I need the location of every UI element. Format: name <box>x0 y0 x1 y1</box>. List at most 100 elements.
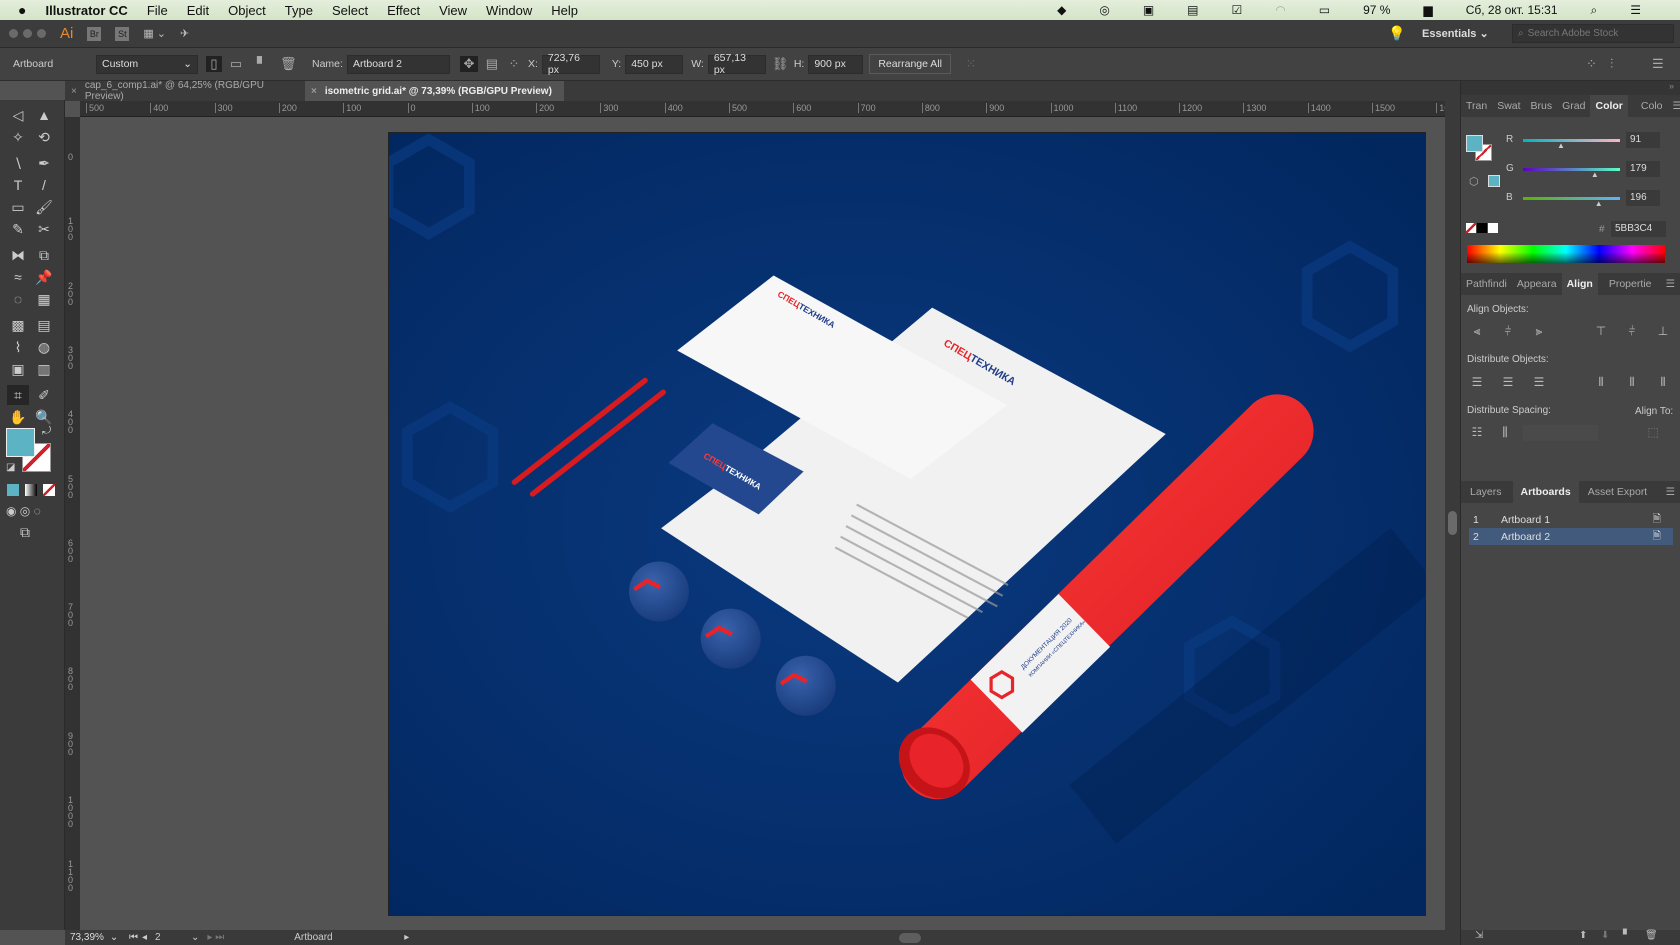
tab-layers[interactable]: Layers <box>1465 486 1507 498</box>
fill-color-swatch[interactable] <box>6 428 35 457</box>
distribute-left-icon[interactable]: ⫴ <box>1593 375 1609 389</box>
tool-icon[interactable]: / <box>33 175 55 195</box>
y-input[interactable]: 450 px <box>625 54 684 74</box>
horizontal-ruler[interactable]: 500 400 300 200 100 0 100 200 300 400 500 600 700 800… <box>80 101 1445 117</box>
white-swatch[interactable] <box>1488 223 1498 233</box>
tab-align[interactable]: Align <box>1561 273 1598 295</box>
tool-icon[interactable]: ◍ <box>33 337 55 357</box>
tab-properties[interactable]: Propertie <box>1604 278 1657 290</box>
menu-effect[interactable]: Effect <box>387 3 420 18</box>
lightbulb-icon[interactable]: 💡 <box>1388 25 1405 42</box>
panel-menu-icon[interactable]: ☰ <box>1661 486 1680 498</box>
search-stock-input[interactable]: ⌕ Search Adobe Stock <box>1512 24 1674 43</box>
tool-icon[interactable]: ⟲ <box>33 127 55 147</box>
align-vertical-center-icon[interactable]: ⫩ <box>1624 324 1640 338</box>
stock-button[interactable]: St <box>115 26 130 41</box>
b-input[interactable]: 196 <box>1626 190 1660 206</box>
constrain-proportions-icon[interactable]: ⛓ <box>772 56 789 72</box>
tab-color[interactable]: Color <box>1590 95 1628 117</box>
color-spectrum[interactable] <box>1467 245 1665 263</box>
zoom-select[interactable]: 73,39% ⌄ <box>65 930 121 945</box>
align-bottom-icon[interactable]: ⊥ <box>1655 324 1671 338</box>
tab-appearance[interactable]: Appeara <box>1512 278 1562 290</box>
tool-icon[interactable]: ▤ <box>33 315 55 335</box>
move-up-icon[interactable]: ⬆ <box>1579 930 1587 941</box>
tool-icon[interactable]: ▩ <box>7 315 29 335</box>
black-swatch[interactable] <box>1477 223 1487 233</box>
r-slider[interactable]: ▲ <box>1523 139 1620 150</box>
tool-icon[interactable]: ▭ <box>7 197 29 217</box>
apple-icon[interactable]: ● <box>18 2 26 18</box>
tab-artboards[interactable]: Artboards <box>1512 481 1579 503</box>
gpu-performance-icon[interactable]: ✈ <box>180 27 189 40</box>
airplay-icon[interactable]: ▭ <box>1319 3 1330 17</box>
camera-icon[interactable]: ▣ <box>1143 3 1154 17</box>
notification-icon[interactable]: ☰ <box>1630 3 1641 17</box>
horizontal-distribute-space-icon[interactable]: ⫼ <box>1497 425 1513 439</box>
close-tab-icon[interactable]: × <box>311 86 317 97</box>
rearrange-all-button[interactable]: Rearrange All <box>869 54 951 74</box>
menu-view[interactable]: View <box>439 3 467 18</box>
align-left-icon[interactable]: ⫷ <box>1469 324 1485 338</box>
none-swatch[interactable] <box>1466 223 1476 233</box>
color-mode-icon[interactable] <box>7 484 19 496</box>
tab-brushes[interactable]: Brus <box>1526 100 1558 112</box>
slider-thumb[interactable]: ▲ <box>1591 170 1599 179</box>
artboard-row-1[interactable]: 1 Artboard 1 🗎 <box>1469 511 1673 528</box>
gradient-mode-icon[interactable] <box>25 484 37 496</box>
bridge-button[interactable]: Br <box>87 26 102 41</box>
artboard[interactable]: СПЕЦТЕХНИКА СПЕЦТЕХНИКА СПЕЦТЕХНИКА ДОКУ… <box>389 133 1425 915</box>
tool-icon[interactable]: ◁ <box>7 105 29 125</box>
tool-icon[interactable]: ▣ <box>7 359 29 379</box>
draw-mode-icon[interactable]: ◉ ◎ ◌ <box>6 504 41 518</box>
tab-isometric-grid[interactable]: × isometric grid.ai* @ 73,39% (RGB/GPU Pr… <box>305 81 564 101</box>
tool-icon[interactable]: ≈ <box>7 267 29 287</box>
landscape-icon[interactable]: ▭ <box>228 56 244 72</box>
tab-gradient[interactable]: Grad <box>1557 100 1590 112</box>
tool-icon[interactable]: ▲ <box>33 105 55 125</box>
panel-menu-icon[interactable]: ☰ <box>1661 278 1680 290</box>
flag-icon[interactable]: ▆ <box>1423 3 1432 17</box>
tool-icon[interactable]: ⧉ <box>33 245 55 265</box>
tab-swatches[interactable]: Swat <box>1492 100 1525 112</box>
new-artboard-icon[interactable]: ▘ <box>1623 930 1631 941</box>
swap-colors-icon[interactable]: ⤾ <box>42 425 51 438</box>
artboard-options-icon[interactable]: ▤ <box>484 56 500 72</box>
next-artboard-icon[interactable]: ▸ ⏭ <box>207 932 224 943</box>
align-right-icon[interactable]: ⫸ <box>1531 324 1547 338</box>
tool-icon[interactable]: ✎ <box>7 219 29 239</box>
tool-icon[interactable]: ✂ <box>33 219 55 239</box>
scroll-thumb[interactable] <box>1448 511 1457 535</box>
distribute-top-icon[interactable]: ☰ <box>1469 375 1485 389</box>
delete-artboard-icon[interactable]: 🗑 <box>280 56 297 72</box>
tool-icon[interactable]: ⌇ <box>7 337 29 357</box>
menu-window[interactable]: Window <box>486 3 532 18</box>
clock[interactable]: Сб, 28 окт. 15:31 <box>1466 3 1558 17</box>
menu-app-name[interactable]: Illustrator CC <box>45 3 127 18</box>
web-safe-swatch[interactable] <box>1488 175 1500 187</box>
wifi-icon[interactable]: ◠ <box>1275 3 1285 17</box>
portrait-icon[interactable]: ▯ <box>206 56 222 72</box>
menu-select[interactable]: Select <box>332 3 368 18</box>
tab-cap-6-comp1[interactable]: × cap_6_comp1.ai* @ 64,25% (RGB/GPU Previ… <box>65 80 305 102</box>
tab-transparency[interactable]: Tran <box>1461 100 1492 112</box>
scroll-thumb[interactable] <box>899 932 922 943</box>
out-of-web-icon[interactable]: ⬡ <box>1469 175 1479 188</box>
artboard-number-input[interactable]: 2 <box>155 932 191 943</box>
creative-cloud-icon[interactable]: ◎ <box>1099 3 1109 17</box>
distribute-horizontal-center-icon[interactable]: ⫴ <box>1624 375 1640 389</box>
menu-type[interactable]: Type <box>285 3 313 18</box>
artboard-row-2[interactable]: 2 Artboard 2 🗎 <box>1469 528 1673 545</box>
tool-icon[interactable]: ✋ <box>7 407 29 427</box>
close-tab-icon[interactable]: × <box>71 86 77 97</box>
preset-select[interactable]: Custom ⌄ <box>96 54 198 74</box>
delete-artboard-icon[interactable]: 🗑 <box>1645 930 1658 941</box>
reference-point-icon[interactable]: ⁘ <box>506 56 522 72</box>
tool-icon[interactable]: ✒ <box>33 153 55 173</box>
spacing-input[interactable] <box>1523 425 1598 441</box>
artboard-options-icon[interactable]: 🗎 <box>1653 511 1661 529</box>
tab-pathfinder[interactable]: Pathfindi <box>1461 278 1512 290</box>
panel-menu-icon[interactable]: ☰ <box>1668 100 1680 112</box>
menu-file[interactable]: File <box>147 3 168 18</box>
tool-icon[interactable]: ✐ <box>33 385 55 405</box>
